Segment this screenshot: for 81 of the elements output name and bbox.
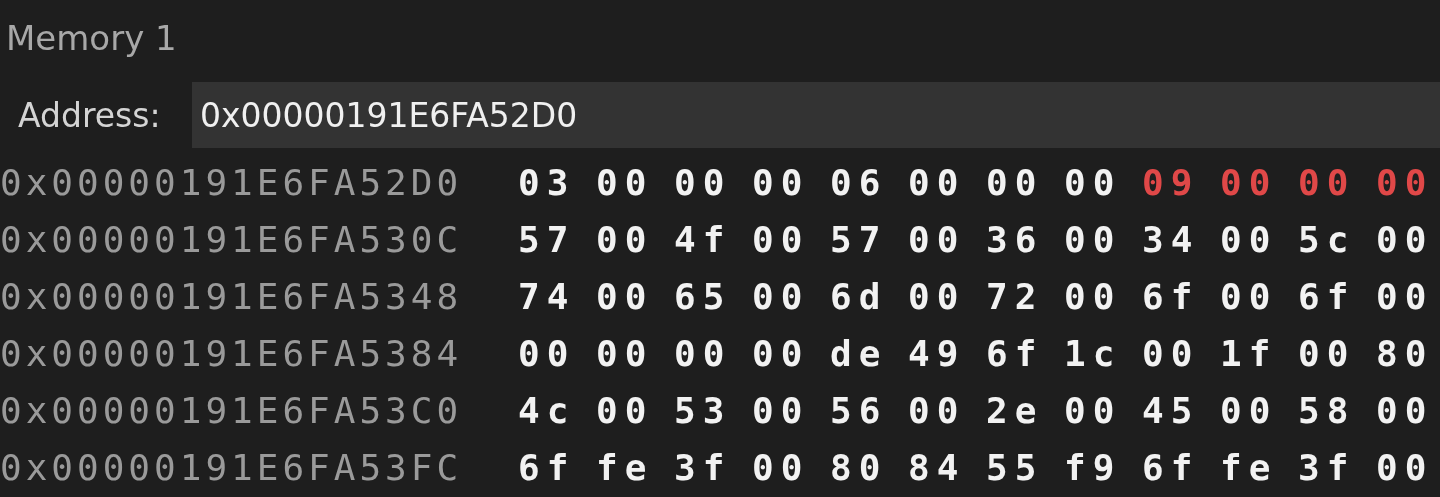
- byte-value: 00: [1376, 162, 1435, 203]
- byte-value: 49: [908, 333, 967, 374]
- byte-value: 80: [1376, 333, 1435, 374]
- byte-value: 00: [1376, 390, 1435, 431]
- byte-value: 00: [1064, 390, 1123, 431]
- byte-value: 06: [830, 162, 889, 203]
- byte-value: 00: [1298, 162, 1357, 203]
- byte-value: 00: [1376, 276, 1435, 317]
- byte-value: 4c: [518, 390, 577, 431]
- window-title: Memory 1: [5, 17, 177, 58]
- byte-value: 00: [674, 333, 733, 374]
- byte-value: 80: [830, 447, 889, 488]
- byte-value: 00: [908, 276, 967, 317]
- byte-value: 00: [1220, 162, 1279, 203]
- row-address: 0x00000191E6FA52D0: [0, 162, 464, 203]
- byte-value: 00: [1376, 447, 1435, 488]
- byte-value: 00: [1220, 219, 1279, 260]
- byte-value: 57: [830, 219, 889, 260]
- byte-value: 53: [674, 390, 733, 431]
- byte-value: fe: [596, 447, 655, 488]
- byte-value: 00: [1142, 333, 1201, 374]
- byte-value: 65: [674, 276, 733, 317]
- byte-value: 09: [1142, 162, 1201, 203]
- byte-value: 00: [596, 219, 655, 260]
- byte-value: 34: [1142, 219, 1201, 260]
- byte-value: 58: [1298, 390, 1357, 431]
- byte-value: 84: [908, 447, 967, 488]
- byte-value: 00: [752, 162, 811, 203]
- byte-value: 00: [752, 276, 811, 317]
- byte-value: fe: [1220, 447, 1279, 488]
- byte-value: 00: [986, 162, 1045, 203]
- address-field[interactable]: 0x00000191E6FA52D0: [192, 82, 1440, 148]
- byte-value: 00: [1064, 276, 1123, 317]
- byte-value: 00: [1376, 219, 1435, 260]
- byte-value: 4f: [674, 219, 733, 260]
- byte-value: 00: [596, 333, 655, 374]
- byte-value: 00: [908, 390, 967, 431]
- byte-value: 57: [518, 219, 577, 260]
- byte-value: f9: [1064, 447, 1123, 488]
- byte-value: 03: [518, 162, 577, 203]
- byte-value: 00: [596, 390, 655, 431]
- byte-value: 00: [596, 276, 655, 317]
- byte-value: 00: [674, 162, 733, 203]
- byte-value: 00: [1064, 162, 1123, 203]
- byte-value: 74: [518, 276, 577, 317]
- byte-value: 00: [596, 162, 655, 203]
- byte-value: 00: [908, 162, 967, 203]
- byte-value: 00: [752, 219, 811, 260]
- byte-value: 36: [986, 219, 1045, 260]
- row-address: 0x00000191E6FA530C: [0, 219, 464, 260]
- byte-value: 00: [1064, 219, 1123, 260]
- byte-value: 6f: [1142, 276, 1201, 317]
- byte-value: 00: [518, 333, 577, 374]
- byte-value: 3f: [1298, 447, 1357, 488]
- byte-value: 00: [908, 219, 967, 260]
- byte-value: 00: [752, 447, 811, 488]
- byte-value: 5c: [1298, 219, 1357, 260]
- byte-value: 6f: [518, 447, 577, 488]
- byte-value: 6f: [1142, 447, 1201, 488]
- row-address: 0x00000191E6FA5348: [0, 276, 464, 317]
- byte-value: 6d: [830, 276, 889, 317]
- row-address: 0x00000191E6FA5384: [0, 333, 464, 374]
- byte-value: 1f: [1220, 333, 1279, 374]
- byte-value: 00: [752, 333, 811, 374]
- byte-value: 00: [1298, 333, 1357, 374]
- byte-value: 55: [986, 447, 1045, 488]
- byte-value: 00: [752, 390, 811, 431]
- byte-value: de: [830, 333, 889, 374]
- byte-value: 56: [830, 390, 889, 431]
- row-address: 0x00000191E6FA53C0: [0, 390, 464, 431]
- byte-value: 45: [1142, 390, 1201, 431]
- byte-value: 00: [1220, 390, 1279, 431]
- byte-value: 3f: [674, 447, 733, 488]
- byte-value: 00: [1220, 276, 1279, 317]
- byte-value: 6f: [986, 333, 1045, 374]
- byte-value: 1c: [1064, 333, 1123, 374]
- address-label: Address:: [17, 95, 162, 135]
- byte-value: 6f: [1298, 276, 1357, 317]
- byte-value: 72: [986, 276, 1045, 317]
- byte-value: 2e: [986, 390, 1045, 431]
- row-address: 0x00000191E6FA53FC: [0, 447, 464, 488]
